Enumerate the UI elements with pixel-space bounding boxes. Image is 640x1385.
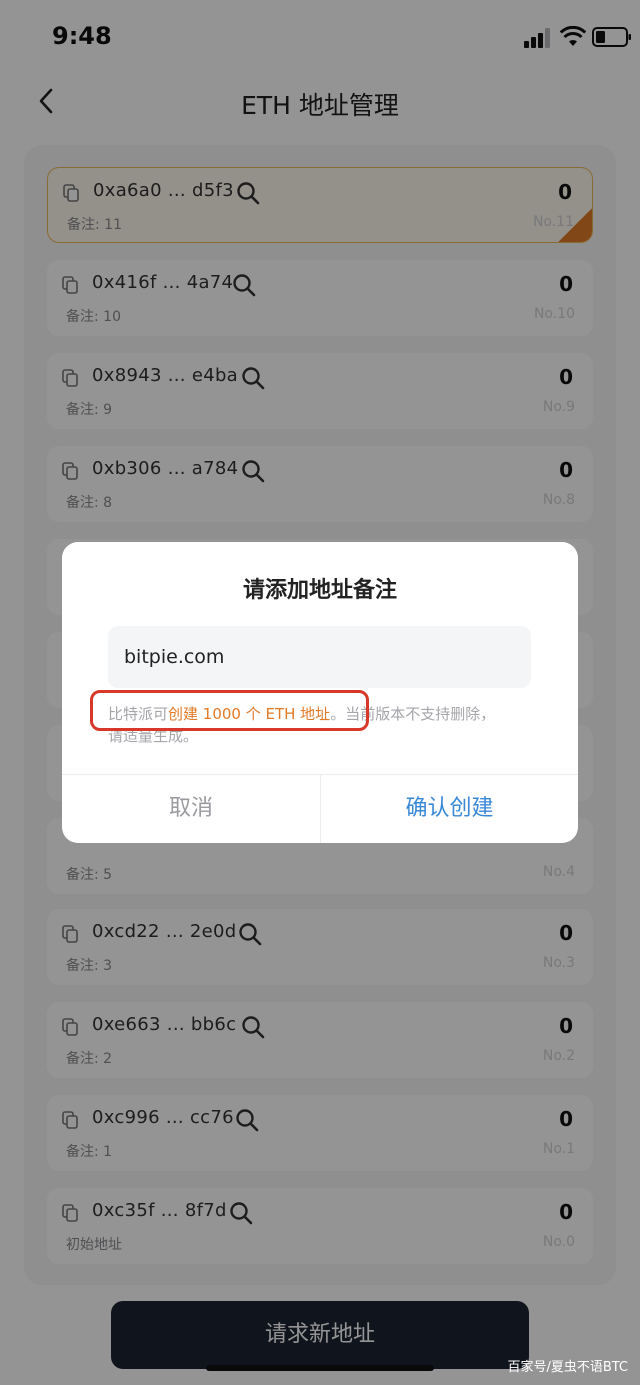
- dialog-title: 请添加地址备注: [242, 578, 397, 603]
- address-note-input[interactable]: [108, 626, 531, 688]
- confirm-create-button[interactable]: 确认创建: [321, 775, 578, 843]
- add-note-dialog: 请添加地址备注 比特派可创建 1000 个 ETH 地址。当前版本不支持删除，请…: [62, 542, 578, 843]
- highlight-annotation-box: [90, 690, 369, 731]
- cancel-button[interactable]: 取消: [62, 775, 320, 843]
- watermark: 百家号/夏虫不语BTC: [507, 1360, 628, 1375]
